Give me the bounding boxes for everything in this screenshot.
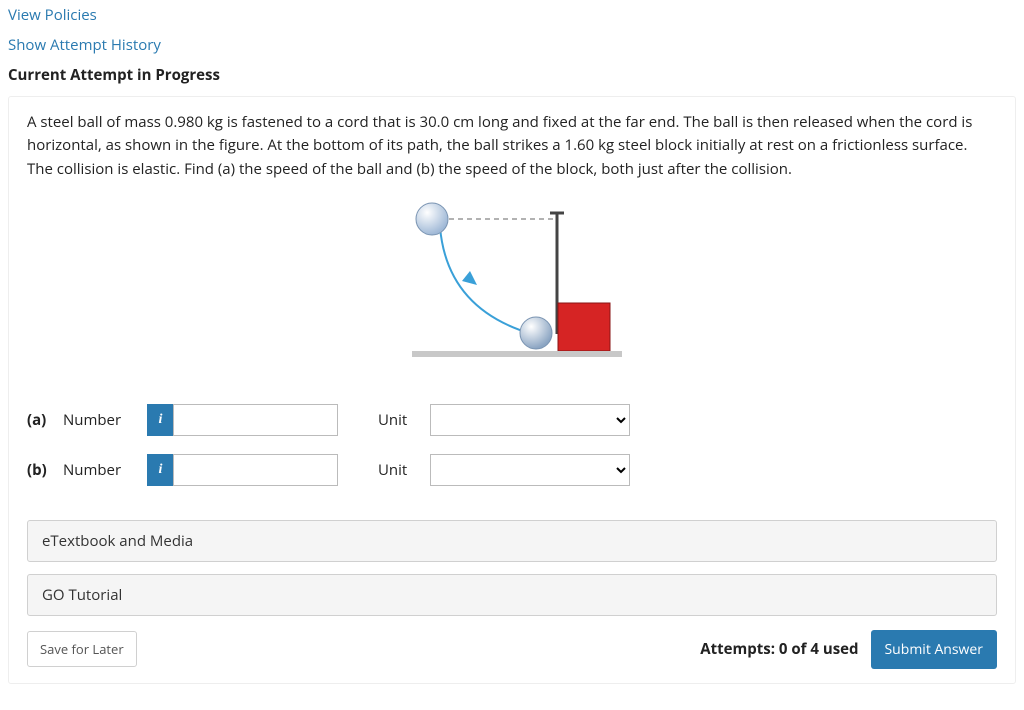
current-attempt-header: Current Attempt in Progress xyxy=(0,60,1024,90)
info-icon[interactable]: i xyxy=(147,404,173,436)
action-bar: Save for Later Attempts: 0 of 4 used Sub… xyxy=(27,630,997,669)
number-input-a[interactable] xyxy=(173,404,338,436)
number-input-b[interactable] xyxy=(173,454,338,486)
number-label-b: Number xyxy=(63,460,135,480)
unit-label-b: Unit xyxy=(378,460,418,480)
problem-figure xyxy=(27,199,997,374)
question-panel: A steel ball of mass 0.980 kg is fastene… xyxy=(8,96,1016,684)
unit-select-a[interactable] xyxy=(430,404,630,436)
show-attempt-history-link[interactable]: Show Attempt History xyxy=(0,30,1024,60)
unit-label-a: Unit xyxy=(378,410,418,430)
go-tutorial-button[interactable]: GO Tutorial xyxy=(27,574,997,616)
answer-row-b: (b) Number i Unit xyxy=(27,454,997,486)
etextbook-media-button[interactable]: eTextbook and Media xyxy=(27,520,997,562)
view-policies-link[interactable]: View Policies xyxy=(0,0,1024,30)
part-a-label: (a) xyxy=(27,410,51,430)
submit-answer-button[interactable]: Submit Answer xyxy=(871,630,998,669)
question-text: A steel ball of mass 0.980 kg is fastene… xyxy=(27,111,997,181)
answer-row-a: (a) Number i Unit xyxy=(27,404,997,436)
number-label-a: Number xyxy=(63,410,135,430)
part-b-label: (b) xyxy=(27,460,51,480)
attempts-text: Attempts: 0 of 4 used xyxy=(700,639,858,659)
info-icon[interactable]: i xyxy=(147,454,173,486)
save-for-later-button[interactable]: Save for Later xyxy=(27,631,137,667)
unit-select-b[interactable] xyxy=(430,454,630,486)
